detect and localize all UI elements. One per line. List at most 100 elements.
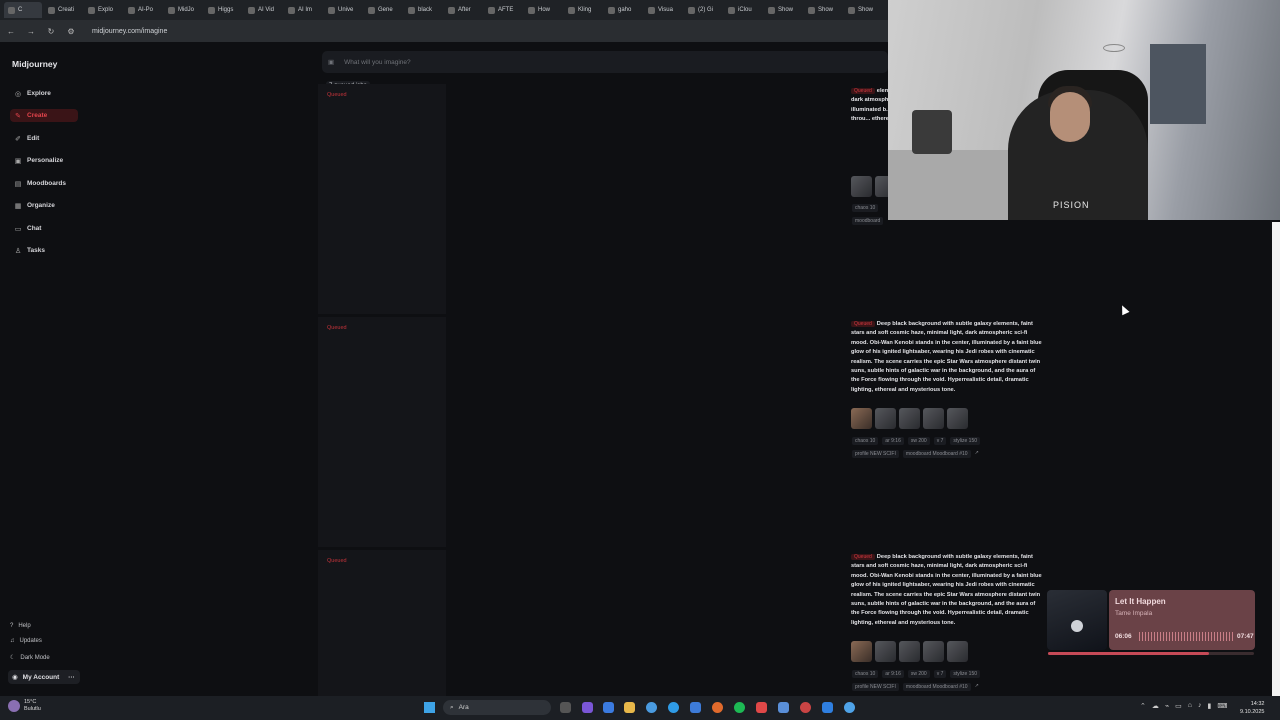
param-chip[interactable]: v 7	[933, 437, 947, 445]
more-icon[interactable]: ···	[68, 674, 75, 681]
param-chip[interactable]: stylize 150	[950, 437, 981, 445]
sidebar-item-personalize[interactable]: ▣ Personalize	[10, 154, 78, 167]
my-account-button[interactable]: ◉ My Account ···	[8, 670, 80, 684]
reference-image[interactable]	[851, 176, 872, 197]
param-chip[interactable]: v 7	[933, 670, 947, 678]
keyboard-icon[interactable]: ⌨	[1217, 702, 1227, 710]
usb-icon[interactable]: ⌁	[1165, 702, 1169, 710]
reference-image[interactable]	[947, 408, 968, 429]
browser-tab[interactable]: MidJo	[164, 2, 202, 18]
moodboard-chip[interactable]: moodboard Moodboard #10	[902, 450, 971, 458]
browser-icon[interactable]	[844, 702, 855, 713]
cloud-icon[interactable]: ☁	[1152, 702, 1159, 710]
store-icon[interactable]	[690, 702, 701, 713]
edge-icon[interactable]	[668, 702, 679, 713]
sidebar-item-tasks[interactable]: ♙ Tasks	[10, 244, 78, 257]
reference-image[interactable]	[923, 641, 944, 662]
app-blue-icon[interactable]	[822, 702, 833, 713]
page-scrollbar[interactable]	[1272, 222, 1280, 696]
profile-chip[interactable]: profile NEW SCIFI	[852, 450, 899, 458]
param-chip[interactable]: sw 200	[907, 670, 930, 678]
image-upload-icon[interactable]: ▣	[328, 58, 334, 66]
browser-tab[interactable]: Unive	[324, 2, 362, 18]
forward-icon[interactable]: →	[26, 27, 36, 36]
copilot-icon[interactable]	[603, 702, 614, 713]
param-chip[interactable]: stylize 150	[950, 670, 981, 678]
task-view-icon[interactable]	[560, 702, 571, 713]
browser-tab[interactable]: black	[404, 2, 442, 18]
reference-image[interactable]	[923, 408, 944, 429]
browser-tab[interactable]: Show	[804, 2, 842, 18]
sidebar-item-chat[interactable]: ▭ Chat	[10, 222, 78, 235]
reference-image[interactable]	[947, 641, 968, 662]
browser-tab[interactable]: Higgs	[204, 2, 242, 18]
reference-image[interactable]	[899, 408, 920, 429]
app-icon[interactable]	[582, 702, 593, 713]
network-icon[interactable]: ⌂	[1188, 702, 1192, 710]
queued-job-card[interactable]: Queued	[318, 84, 446, 314]
reference-image[interactable]	[875, 641, 896, 662]
app-red-icon[interactable]	[756, 702, 767, 713]
file-explorer-icon[interactable]	[624, 702, 635, 713]
param-chip[interactable]: chaos 10	[852, 670, 879, 678]
browser-tab[interactable]: AI Im	[284, 2, 322, 18]
browser-tab[interactable]: After	[444, 2, 482, 18]
volume-icon[interactable]: ♪	[1198, 702, 1202, 710]
queued-job-card[interactable]: Queued	[318, 317, 446, 547]
display-icon[interactable]: ▭	[1175, 702, 1182, 710]
system-clock[interactable]: 14:32 9.10.2025	[1240, 700, 1264, 716]
param-chip[interactable]: chaos 10	[852, 204, 879, 212]
reference-image[interactable]	[899, 641, 920, 662]
moodboard-chip[interactable]: moodboard Moodboard #10	[902, 683, 971, 691]
imagine-prompt-bar[interactable]: ▣ What will you imagine?	[322, 51, 888, 73]
external-link-icon[interactable]: ↗	[975, 683, 979, 691]
weather-widget[interactable]: 15°C Bulutlu	[8, 699, 41, 713]
browser-tab[interactable]: Gene	[364, 2, 402, 18]
help-link[interactable]: ? Help	[10, 623, 31, 629]
browser-tab[interactable]: C	[4, 2, 42, 18]
battery-icon[interactable]: ▮	[1207, 702, 1211, 710]
reference-image[interactable]	[851, 408, 872, 429]
brand-logo[interactable]: Midjourney	[12, 59, 57, 69]
external-link-icon[interactable]: ↗	[975, 450, 979, 458]
spotify-icon[interactable]	[734, 702, 745, 713]
sidebar-item-organize[interactable]: ▦ Organize	[10, 199, 78, 212]
chrome-active-icon[interactable]	[712, 702, 723, 713]
browser-tab[interactable]: How	[524, 2, 562, 18]
param-chip[interactable]: ar 9:16	[882, 670, 904, 678]
prompt-input[interactable]: What will you imagine?	[344, 59, 410, 66]
reload-icon[interactable]: ↻	[46, 27, 56, 36]
param-chip[interactable]: ar 9:16	[882, 437, 904, 445]
sidebar-item-create[interactable]: ✎ Create	[10, 109, 78, 122]
app-circle-icon[interactable]	[800, 702, 811, 713]
param-chip[interactable]: moodboard	[852, 217, 884, 225]
browser-tab[interactable]: (2) Gi	[684, 2, 722, 18]
url-text[interactable]: midjourney.com/imagine	[92, 28, 167, 35]
updates-link[interactable]: ♫ Updates	[10, 638, 42, 644]
site-info-icon[interactable]: ⚙	[66, 27, 76, 36]
browser-tab[interactable]: Visua	[644, 2, 682, 18]
param-chip[interactable]: chaos 10	[852, 437, 879, 445]
back-icon[interactable]: ←	[6, 27, 16, 36]
progress-bar[interactable]	[1048, 652, 1254, 655]
chrome-icon[interactable]	[646, 702, 657, 713]
dark-mode-toggle[interactable]: ☾ Dark Mode	[10, 654, 50, 662]
chevron-up-icon[interactable]: ⌃	[1140, 702, 1146, 710]
settings-icon[interactable]	[778, 702, 789, 713]
browser-tab[interactable]: AFTE	[484, 2, 522, 18]
browser-tab[interactable]: Kling	[564, 2, 602, 18]
profile-chip[interactable]: profile NEW SCIFI	[852, 683, 899, 691]
sidebar-item-explore[interactable]: ◎ Explore	[10, 87, 78, 100]
browser-tab[interactable]: Creati	[44, 2, 82, 18]
browser-tab[interactable]: iClou	[724, 2, 762, 18]
job-prompt[interactable]: Queued Deep black background with subtle …	[851, 553, 1043, 628]
browser-tab[interactable]: AI Vid	[244, 2, 282, 18]
reference-image[interactable]	[851, 641, 872, 662]
queued-job-card[interactable]: Queued	[318, 550, 446, 696]
browser-tab[interactable]: Show	[764, 2, 802, 18]
browser-tab[interactable]: AI-Po	[124, 2, 162, 18]
windows-start-icon[interactable]	[424, 702, 435, 713]
taskbar-search[interactable]: ⌕ Ara	[443, 700, 551, 715]
browser-tab[interactable]: Explo	[84, 2, 122, 18]
sidebar-item-edit[interactable]: ✐ Edit	[10, 132, 78, 145]
